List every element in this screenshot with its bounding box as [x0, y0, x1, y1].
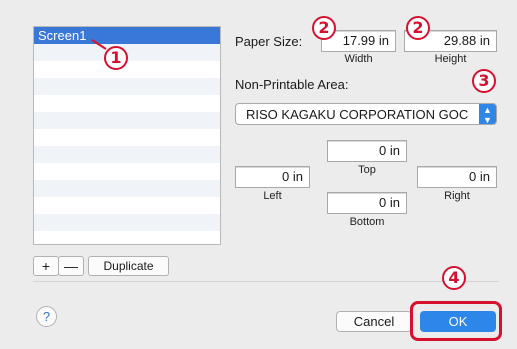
remove-button[interactable]: — — [58, 256, 84, 276]
empty-list-row — [34, 78, 220, 95]
non-printable-area-label: Non-Printable Area: — [235, 77, 349, 92]
callout-1-pointer — [91, 39, 107, 50]
callout-2-height: 2 — [406, 16, 430, 40]
empty-list-row — [34, 214, 220, 231]
left-margin-field[interactable]: 0 in — [235, 166, 310, 188]
list-item[interactable]: Screen1 — [34, 27, 220, 44]
add-button[interactable]: + — [33, 256, 59, 276]
right-margin-field[interactable]: 0 in — [417, 166, 497, 188]
divider — [33, 281, 499, 282]
top-margin-field[interactable]: 0 in — [327, 140, 407, 162]
right-caption: Right — [444, 190, 470, 202]
left-caption: Left — [263, 190, 282, 202]
width-caption: Width — [344, 53, 373, 65]
empty-list-row — [34, 112, 220, 129]
empty-list-row — [34, 231, 220, 244]
callout-2-width: 2 — [312, 16, 336, 40]
printer-popup[interactable]: RISO KAGAKU CORPORATION GOC ▲ ▼ — [235, 103, 497, 125]
empty-list-row — [34, 129, 220, 146]
empty-list-row — [34, 95, 220, 112]
empty-list-row — [34, 197, 220, 214]
printer-popup-value: RISO KAGAKU CORPORATION GOC — [246, 107, 469, 122]
callout-3: 3 — [472, 69, 496, 93]
empty-list-row — [34, 180, 220, 197]
empty-list-row — [34, 61, 220, 78]
top-caption: Top — [358, 164, 376, 176]
question-mark-icon: ? — [42, 309, 51, 324]
empty-list-row — [34, 146, 220, 163]
cancel-button[interactable]: Cancel — [336, 311, 412, 332]
empty-list-row — [34, 163, 220, 180]
duplicate-button[interactable]: Duplicate — [88, 256, 169, 276]
bottom-margin-field[interactable]: 0 in — [327, 192, 407, 214]
updown-chevron-icon: ▲ ▼ — [479, 104, 496, 124]
paper-size-label: Paper Size: — [235, 34, 303, 49]
height-caption: Height — [434, 53, 467, 65]
bottom-caption: Bottom — [349, 216, 385, 228]
list-item-label: Screen1 — [38, 28, 87, 43]
help-button[interactable]: ? — [36, 306, 57, 327]
ok-button[interactable]: OK — [420, 311, 496, 332]
callout-4: 4 — [442, 266, 466, 290]
